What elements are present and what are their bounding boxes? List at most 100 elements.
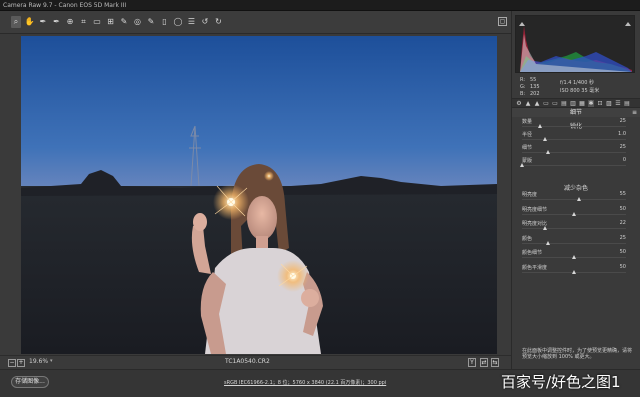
panel-tabs: ⚙ ▲ ▲ ▭ ▭ ▤ ▥ ▦ ✱ ⊡ ▨ ☰ ▤ [512,98,640,108]
panel-menu-icon[interactable]: ≡ [632,108,637,117]
zoom-out-button[interactable]: − [8,359,16,367]
slider-label: 细节 [522,145,533,151]
transform-tool-icon[interactable]: ⊞ [106,16,116,28]
photo-preview[interactable] [21,36,497,354]
spot-removal-tool-icon[interactable]: ✎ [119,16,129,28]
slider-label: 颜色 [522,235,533,242]
panel-tab-8-icon[interactable]: ✱ [588,100,594,107]
histogram [515,15,635,73]
targeted-adjustment-tool-icon[interactable]: ⊕ [65,16,75,28]
slider-track[interactable] [522,211,626,216]
slider-thumb[interactable] [537,124,542,128]
slider-value-field[interactable]: 25 [620,144,626,150]
image-filename: TC1A0540.CR2 [225,358,270,365]
panel-tab-0-icon[interactable]: ⚙ [516,100,522,107]
save-image-button[interactable]: 存储图像... [11,376,49,388]
radial-filter-icon[interactable]: ◯ [173,16,183,28]
slider-thumb[interactable] [546,150,550,154]
slider-thumb[interactable] [572,211,576,216]
slider-thumb[interactable] [572,255,576,259]
hand-tool-icon[interactable]: ✋ [25,16,35,28]
zoom-dropdown-icon[interactable]: ▾ [50,358,53,364]
zoom-level[interactable]: 19.6% [29,358,48,365]
swap-settings-button[interactable]: ⇄ [480,358,488,367]
slider-track[interactable] [522,240,626,245]
camera-raw-window: Camera Raw 9.7 - Canon EOS 5D Mark III ▢… [0,0,640,397]
white-balance-tool-icon[interactable]: ✒ [38,16,48,28]
slider-thumb[interactable] [520,163,524,167]
slider-thumb[interactable] [546,240,550,245]
slider-track[interactable] [522,269,626,274]
slider-thumb[interactable] [577,197,582,201]
crop-tool-icon[interactable]: ⌗ [79,16,89,28]
slider-value-field[interactable]: 50 [620,264,626,270]
preview-status-bar: − + 19.6% ▾ TC1A0540.CR2 Y ⇄ ⇆ [0,355,511,369]
iso-lens-info: ISO 800 35 毫米 [560,88,600,94]
histogram-graph [520,26,632,72]
panel-tab-11-icon[interactable]: ☰ [615,100,621,107]
slider-value-field[interactable]: 55 [620,191,626,197]
g-label: G: [520,84,526,90]
exposure-info: f/1.4 1/400 秒 [560,80,594,86]
r-label: R: [520,77,526,83]
panel-tab-4-icon[interactable]: ▭ [552,100,558,107]
zoom-hint-note: 在此面板中调整控件时，为了使预览更精确，请将预览大小缩放到 100% 或更大。 [522,348,633,360]
slider-value-field[interactable]: 50 [620,249,626,255]
zoom-in-button[interactable]: + [17,359,25,367]
slider-thumb[interactable] [572,269,576,274]
slider-label: 明亮度 [522,192,538,198]
slider-label: 颜色细节 [522,250,543,256]
slider-thumb[interactable] [542,137,547,141]
graduated-filter-icon[interactable]: ▯ [160,16,170,28]
slider-value-field[interactable]: 25 [620,118,626,124]
preferences-icon[interactable]: ☰ [187,16,197,28]
slider-label: 颜色平滑度 [522,264,548,271]
rotate-cw-icon[interactable]: ↻ [214,16,224,28]
red-eye-tool-icon[interactable]: ◎ [133,16,143,28]
adjustment-brush-icon[interactable]: ✎ [146,16,156,28]
panel-tab-5-icon[interactable]: ▤ [561,100,567,107]
preview-area [0,34,511,355]
slider-track[interactable] [520,163,626,167]
panel-tab-10-icon[interactable]: ▨ [606,100,612,107]
slider-value-field[interactable]: 1.0 [618,131,626,137]
b-value: 202 [530,91,540,97]
zoom-tool-icon[interactable]: ⌕ [11,16,21,28]
fullscreen-icon[interactable]: ▢ [498,17,507,26]
panel-tab-2-icon[interactable]: ▲ [534,100,540,107]
color-sampler-tool-icon[interactable]: ✒ [52,16,62,28]
before-after-view-button[interactable]: Y [468,358,476,367]
slider-label: 明亮度细节 [522,206,548,213]
panel-title: 细节 [569,109,582,116]
b-label: B: [520,91,526,97]
panel-tab-7-icon[interactable]: ▦ [579,100,585,107]
right-panel: R: 55 G: 135 B: 202 f/1.4 1/400 秒 ISO 80… [511,11,640,369]
copy-settings-button[interactable]: ⇆ [491,358,499,367]
panel-tab-12-icon[interactable]: ▤ [624,100,630,107]
slider-value-field[interactable]: 22 [620,220,626,226]
slider-track[interactable] [522,124,626,128]
slider-track[interactable] [522,137,626,141]
slider-label: 半径 [522,132,533,138]
toolbar: ▢ ⌕ ✋ ✒ ✒ ⊕ ⌗ ▭ ⊞ ✎ ◎ ✎ ▯ ◯ ☰ ↺ ↻ [0,11,511,34]
slider-value-field[interactable]: 25 [620,235,626,241]
footer-bar: 存储图像... sRGB IEC61966-2.1；8 位；5760 x 384… [0,369,640,397]
panel-tab-6-icon[interactable]: ▥ [570,100,576,107]
slider-track[interactable] [522,197,626,201]
slider-track[interactable] [522,226,626,230]
g-value: 135 [530,84,540,90]
slider-track[interactable] [522,255,626,259]
slider-value-field[interactable]: 0 [623,157,626,163]
workflow-options-link[interactable]: sRGB IEC61966-2.1；8 位；5760 x 3840 (22.1 … [224,379,386,386]
slider-value-field[interactable]: 50 [620,206,626,212]
panel-tab-1-icon[interactable]: ▲ [525,100,531,107]
slider-track[interactable] [522,150,626,154]
title-bar: Camera Raw 9.7 - Canon EOS 5D Mark III [0,0,640,11]
rotate-ccw-icon[interactable]: ↺ [200,16,210,28]
slider-label: 数量 [522,119,533,125]
panel-tab-9-icon[interactable]: ⊡ [597,100,603,107]
r-value: 55 [530,77,537,83]
panel-tab-3-icon[interactable]: ▭ [543,100,549,107]
straighten-tool-icon[interactable]: ▭ [92,16,102,28]
slider-thumb[interactable] [542,226,547,230]
